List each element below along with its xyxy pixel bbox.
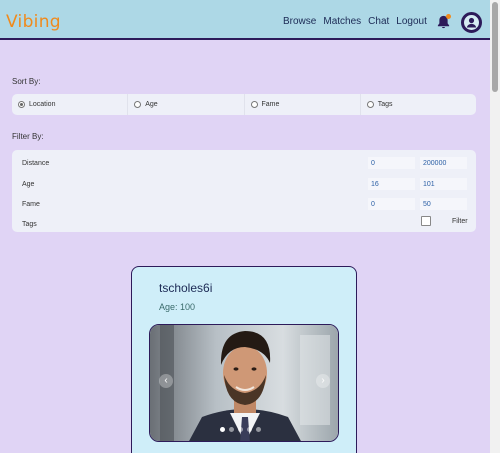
- fame-min-input[interactable]: [368, 198, 415, 210]
- page-scrollbar[interactable]: [490, 0, 500, 453]
- carousel-dot[interactable]: [229, 427, 234, 432]
- profile-photo-carousel[interactable]: ‹ ›: [149, 324, 339, 442]
- nav-links: Browse Matches Chat Logout: [283, 16, 427, 27]
- top-navbar: Vibing Browse Matches Chat Logout: [0, 0, 490, 40]
- distance-min-input[interactable]: [368, 157, 415, 169]
- fame-max-input[interactable]: [420, 198, 467, 210]
- filter-tags-label: Tags: [22, 221, 37, 228]
- user-avatar-icon[interactable]: [461, 12, 482, 33]
- age-min-input[interactable]: [368, 178, 415, 190]
- filter-fame-label: Fame: [22, 201, 40, 208]
- carousel-dot[interactable]: [220, 427, 225, 432]
- filter-button[interactable]: Filter: [452, 218, 468, 225]
- filter-panel: Distance Age Fame Tags Filter: [12, 150, 476, 232]
- brand-logo[interactable]: Vibing: [6, 12, 61, 32]
- nav-logout[interactable]: Logout: [396, 16, 427, 27]
- scrollbar-thumb[interactable]: [492, 2, 498, 92]
- age-max-input[interactable]: [420, 178, 467, 190]
- sort-option-age[interactable]: Age: [128, 94, 245, 115]
- carousel-dot[interactable]: [238, 427, 243, 432]
- notification-badge: [446, 14, 451, 19]
- radio-age[interactable]: [134, 101, 142, 108]
- filter-row-tags: Tags: [12, 215, 476, 235]
- tags-checkbox[interactable]: [421, 216, 431, 226]
- distance-max-input[interactable]: [420, 157, 467, 169]
- radio-fame[interactable]: [250, 101, 258, 108]
- profile-username: tscholes6i: [159, 281, 213, 295]
- carousel-prev-button[interactable]: ‹: [159, 374, 173, 388]
- sort-option-tags[interactable]: Tags: [361, 94, 476, 115]
- sort-options: Location Age Fame Tags: [12, 94, 476, 115]
- profile-age: Age: 100: [159, 302, 196, 312]
- profile-photo: [150, 325, 338, 441]
- carousel-next-button[interactable]: ›: [316, 374, 330, 388]
- sort-by-label: Sort By:: [12, 77, 41, 86]
- carousel-dots: [220, 427, 261, 432]
- nav-browse[interactable]: Browse: [283, 16, 316, 27]
- filter-distance-label: Distance: [22, 160, 50, 167]
- carousel-dot[interactable]: [256, 427, 261, 432]
- sort-option-location[interactable]: Location: [12, 94, 129, 115]
- profile-card[interactable]: tscholes6i Age: 100 ‹ ›: [131, 266, 357, 453]
- nav-matches[interactable]: Matches: [323, 16, 361, 27]
- radio-location[interactable]: [18, 101, 25, 108]
- carousel-dot[interactable]: [247, 427, 252, 432]
- filter-row-age: Age: [12, 175, 476, 195]
- filter-by-label: Filter By:: [12, 132, 44, 141]
- nav-chat[interactable]: Chat: [368, 16, 389, 27]
- sort-option-fame[interactable]: Fame: [245, 94, 361, 115]
- filter-age-label: Age: [22, 181, 35, 188]
- filter-row-distance: Distance: [12, 154, 476, 174]
- filter-row-fame: Fame: [12, 195, 476, 215]
- radio-tags[interactable]: [366, 101, 374, 108]
